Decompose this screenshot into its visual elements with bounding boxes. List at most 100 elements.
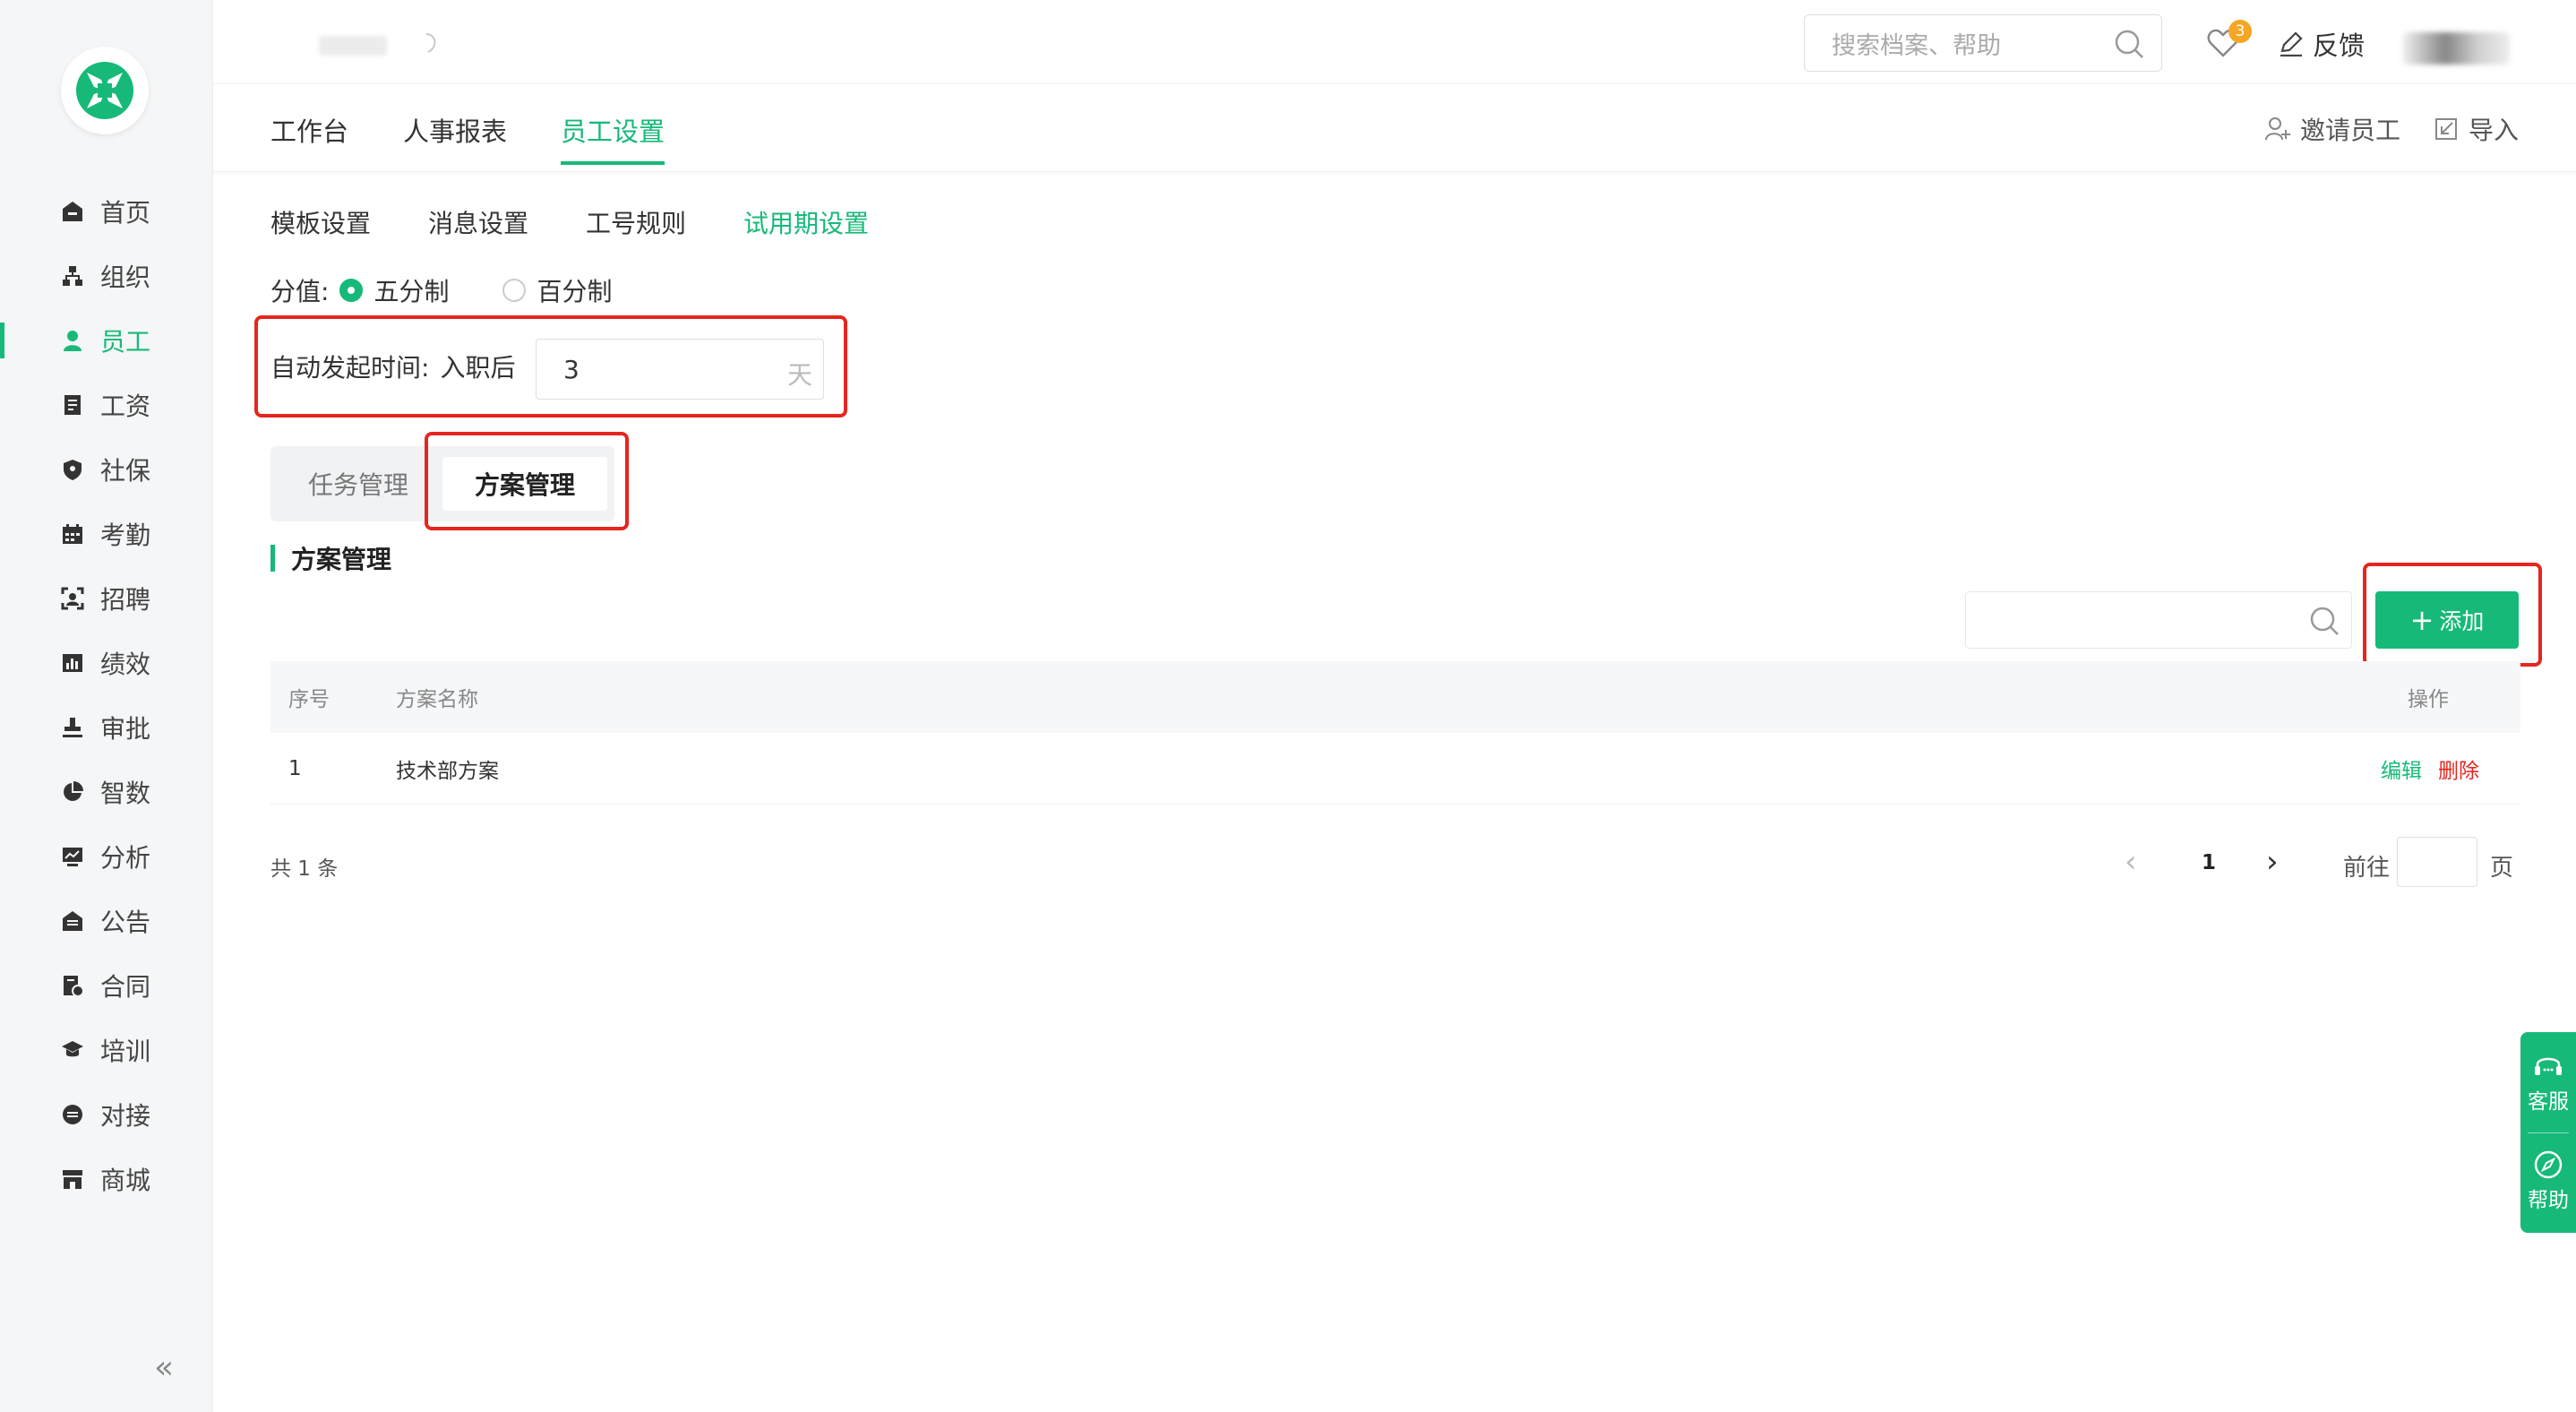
radio-five-point[interactable]: 五分制 (339, 272, 449, 308)
sidebar-item-analysis[interactable]: 分析 (0, 824, 213, 889)
sidebar-item-smart-data[interactable]: 智数 (0, 760, 213, 824)
graduation-cap-icon (59, 1037, 86, 1063)
table-row: 1 技术部方案 编辑 删除 (270, 733, 2520, 805)
subtab-probation[interactable]: 试用期设置 (743, 204, 869, 240)
total-count: 共 1 条 (270, 857, 339, 881)
import-button[interactable]: 导入 (2433, 111, 2519, 147)
recruit-icon (59, 585, 86, 612)
sidebar-item-label: 招聘 (100, 585, 151, 615)
prev-page-button[interactable]: ‹ (2125, 844, 2137, 880)
sidebar-item-integration[interactable]: 对接 (0, 1082, 213, 1147)
radio-unchecked-indicator (502, 279, 527, 302)
table-header: 序号 方案名称 操作 (270, 661, 2520, 733)
section-title: 方案管理 (270, 543, 392, 574)
import-label: 导入 (2469, 116, 2520, 145)
sidebar-item-announcement[interactable]: 公告 (0, 889, 213, 953)
customer-service-button[interactable]: 客服 (2520, 1048, 2576, 1115)
radio-hundred-label: 百分制 (537, 277, 613, 306)
sidebar-item-label: 智数 (100, 779, 151, 808)
edit-icon (2280, 31, 2303, 57)
subtab-employee-id-rules[interactable]: 工号规则 (586, 204, 686, 240)
global-search-input[interactable]: 搜索档案、帮助 (1804, 14, 2162, 72)
subtab-template[interactable]: 模板设置 (270, 204, 371, 240)
radio-checked-indicator (339, 279, 364, 302)
sidebar-item-recruit[interactable]: 招聘 (0, 566, 213, 631)
page-number-button[interactable]: 1 (2202, 851, 2216, 874)
next-page-button[interactable]: › (2266, 844, 2279, 880)
segment-task-management[interactable]: 任务管理 (278, 457, 439, 511)
app-logo[interactable] (61, 47, 149, 134)
sidebar-item-store[interactable]: 商城 (0, 1147, 213, 1211)
feedback-label: 反馈 (2313, 30, 2366, 61)
switch-company-icon[interactable] (421, 30, 451, 57)
section-title-text: 方案管理 (291, 545, 392, 574)
shield-icon (59, 456, 86, 483)
subtab-message[interactable]: 消息设置 (428, 204, 528, 240)
monitor-chart-icon (59, 843, 86, 870)
radio-five-label: 五分制 (374, 277, 450, 306)
pie-chart-icon (59, 779, 86, 805)
sidebar-item-org[interactable]: 组织 (0, 244, 213, 308)
home-icon (59, 198, 86, 225)
plan-search-input[interactable] (1965, 591, 2352, 649)
sidebar-nav: 首页 组织 员工 工资 社保 考勤 招聘 绩效 审批 智数 分析 公告 合同 培… (0, 179, 213, 1211)
sidebar-item-label: 首页 (100, 198, 151, 228)
sidebar-item-label: 社保 (100, 456, 151, 486)
notification-badge: 3 (2228, 20, 2252, 43)
help-button[interactable]: 帮助 (2520, 1147, 2576, 1213)
collapse-sidebar-button[interactable]: « (154, 1349, 174, 1386)
app-root: 首页 组织 员工 工资 社保 考勤 招聘 绩效 审批 智数 分析 公告 合同 培… (0, 0, 2576, 1412)
highlight-box-auto-start (254, 315, 847, 418)
bar-chart-icon (59, 650, 86, 676)
goto-label: 前往 (2343, 855, 2391, 882)
salary-icon (59, 392, 86, 418)
sidebar-item-label: 工资 (100, 392, 151, 421)
sidebar-item-salary[interactable]: 工资 (0, 373, 213, 437)
headset-icon (2535, 1057, 2562, 1075)
floating-service-panel: 客服 帮助 (2520, 1032, 2576, 1233)
edit-link[interactable]: 编辑 (2381, 753, 2422, 784)
goto-page-input[interactable] (2397, 837, 2477, 887)
company-name-blurred (319, 36, 387, 56)
sidebar-item-label: 组织 (100, 263, 151, 292)
feedback-button[interactable]: 反馈 (2277, 25, 2365, 63)
tab-hr-report[interactable]: 人事报表 (403, 111, 507, 149)
delete-link[interactable]: 删除 (2438, 753, 2479, 784)
sidebar-item-attendance[interactable]: 考勤 (0, 502, 213, 566)
sidebar-item-label: 分析 (100, 843, 151, 873)
invite-label: 邀请员工 (2300, 116, 2401, 145)
sidebar-item-training[interactable]: 培训 (0, 1018, 213, 1082)
pagination: 共 1 条 ‹ 1 › 前往 页 (270, 837, 2520, 889)
calendar-icon (59, 521, 86, 547)
sidebar-item-label: 审批 (100, 714, 151, 744)
sidebar-item-label: 合同 (100, 972, 151, 1002)
sidebar-item-social-security[interactable]: 社保 (0, 437, 213, 502)
stamp-icon (59, 714, 86, 741)
sidebar-item-contract[interactable]: 合同 (0, 953, 213, 1018)
search-placeholder: 搜索档案、帮助 (1832, 31, 2001, 60)
score-setting: 分值: 五分制 百分制 (270, 272, 612, 308)
sidebar-item-label: 公告 (100, 908, 151, 937)
tab-workbench[interactable]: 工作台 (270, 111, 348, 149)
sidebar-item-approval[interactable]: 审批 (0, 695, 213, 760)
sidebar-item-employee[interactable]: 员工 (0, 308, 213, 373)
highlight-box-add-button (2363, 563, 2542, 667)
content-area: 模板设置 消息设置 工号规则 试用期设置 分值: 五分制 百分制 自动发起时间:… (254, 172, 2576, 1412)
invite-employee-button[interactable]: 邀请员工 (2264, 111, 2400, 147)
contract-icon (59, 972, 86, 999)
tab-employee-settings[interactable]: 员工设置 (561, 111, 665, 165)
notification-button[interactable]: 3 (2205, 20, 2252, 63)
search-icon[interactable] (2308, 605, 2340, 641)
user-avatar-blurred[interactable] (2402, 32, 2510, 65)
main-tab-bar: 工作台 人事报表 员工设置 邀请员工 导入 (213, 84, 2576, 172)
radio-hundred-point[interactable]: 百分制 (502, 272, 612, 308)
header-index: 序号 (288, 688, 330, 711)
add-user-icon (2265, 117, 2290, 141)
sidebar-item-label: 对接 (100, 1101, 151, 1131)
header-plan-name: 方案名称 (396, 688, 478, 711)
sidebar-item-performance[interactable]: 绩效 (0, 631, 213, 695)
sidebar-item-home[interactable]: 首页 (0, 179, 213, 244)
import-icon (2435, 118, 2457, 140)
user-icon (59, 327, 86, 354)
search-icon[interactable] (2113, 28, 2145, 66)
